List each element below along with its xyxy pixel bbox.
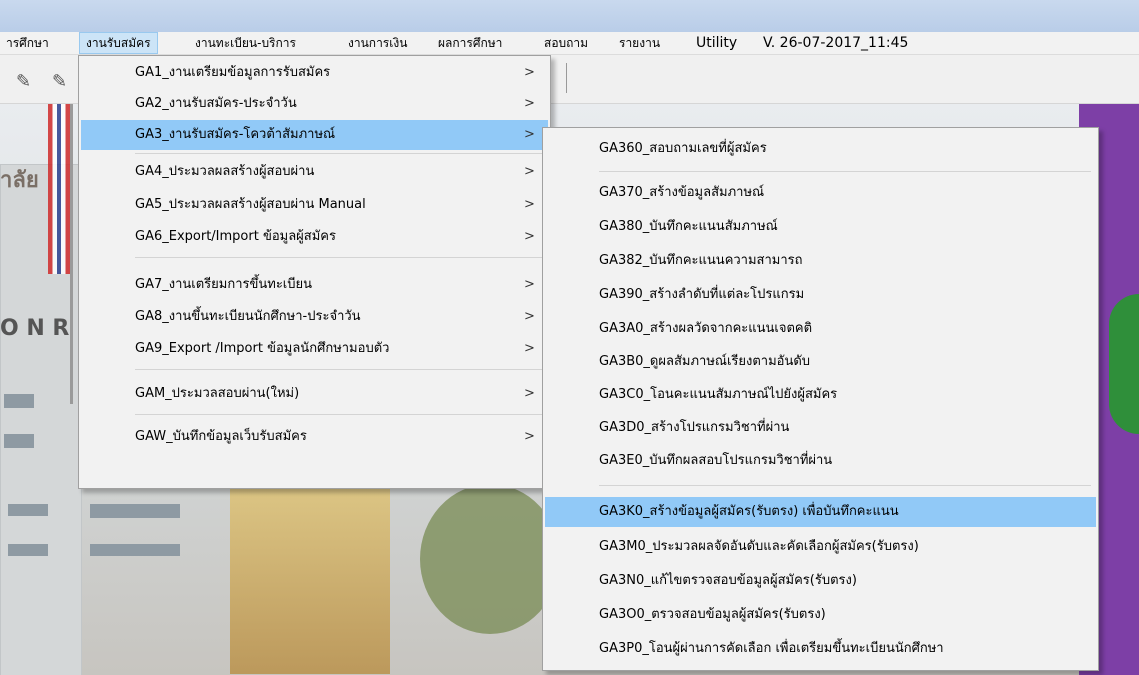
submenu-item-ga3k0[interactable]: GA3K0_สร้างข้อมูลผู้สมัคร(รับตรง) เพื่อบ… xyxy=(545,497,1096,527)
menu-item-ga2[interactable]: GA2_งานรับสมัคร-ประจำวัน > xyxy=(81,89,548,119)
submenu-item-label: GA3C0_โอนคะแนนสัมภาษณ์ไปยังผู้สมัคร xyxy=(599,387,838,402)
menu-item-gaw[interactable]: GAW_บันทึกข้อมูลเว็บรับสมัคร > xyxy=(81,422,548,452)
submenu-item-label: GA3A0_สร้างผลวัดจากคะแนนเจตคติ xyxy=(599,321,813,336)
menu-item-label: GA5_ประมวลผลสร้างผู้สอบผ่าน Manual xyxy=(135,197,366,212)
menu-item-gam[interactable]: GAM_ประมวลสอบผ่าน(ใหม่) > xyxy=(81,379,548,409)
background-sign-text: าลัย xyxy=(0,168,39,193)
ga3-submenu: GA360_สอบถามเลขที่ผู้สมัคร GA370_สร้างข้… xyxy=(542,127,1099,671)
shrine-image xyxy=(230,474,390,674)
chevron-right-icon: > xyxy=(524,96,535,111)
submenu-item-ga360[interactable]: GA360_สอบถามเลขที่ผู้สมัคร xyxy=(545,134,1096,164)
menu-item-label: GAM_ประมวลสอบผ่าน(ใหม่) xyxy=(135,386,300,401)
menu-registration-service[interactable]: งานทะเบียน-บริการ xyxy=(189,32,302,54)
submenu-item-ga3n0[interactable]: GA3N0_แก้ไขตรวจสอบข้อมูลผู้สมัคร(รับตรง) xyxy=(545,566,1096,596)
menu-item-ga3[interactable]: GA3_งานรับสมัคร-โควต้าสัมภาษณ์ > xyxy=(81,120,548,150)
menu-item-label: GA4_ประมวลผลสร้างผู้สอบผ่าน xyxy=(135,164,315,179)
new-pencil-icon[interactable]: ✎ xyxy=(16,71,31,92)
menu-item-ga5[interactable]: GA5_ประมวลผลสร้างผู้สอบผ่าน Manual > xyxy=(81,190,548,220)
submenu-item-ga3e0[interactable]: GA3E0_บันทึกผลสอบโปรแกรมวิชาที่ผ่าน xyxy=(545,446,1096,476)
menu-item-ga7[interactable]: GA7_งานเตรียมการขึ้นทะเบียน > xyxy=(81,270,548,300)
submenu-item-ga3c0[interactable]: GA3C0_โอนคะแนนสัมภาษณ์ไปยังผู้สมัคร xyxy=(545,380,1096,410)
menu-item-label: GA1_งานเตรียมข้อมูลการรับสมัคร xyxy=(135,65,331,80)
chevron-right-icon: > xyxy=(524,127,535,142)
menu-bar: ารศึกษา งานรับสมัคร งานทะเบียน-บริการ งา… xyxy=(0,32,1139,55)
chevron-right-icon: > xyxy=(524,386,535,401)
submenu-item-label: GA3P0_โอนผู้ผ่านการคัดเลือก เพื่อเตรียมข… xyxy=(599,641,944,656)
submenu-item-label: GA3E0_บันทึกผลสอบโปรแกรมวิชาที่ผ่าน xyxy=(599,453,833,468)
submenu-item-ga370[interactable]: GA370_สร้างข้อมูลสัมภาษณ์ xyxy=(545,178,1096,208)
submenu-item-label: GA380_บันทึกคะแนนสัมภาษณ์ xyxy=(599,219,778,234)
submenu-item-label: GA3M0_ประมวลผลจัดอันดับและคัดเลือกผู้สมั… xyxy=(599,539,919,554)
menu-item-ga1[interactable]: GA1_งานเตรียมข้อมูลการรับสมัคร > xyxy=(81,58,548,88)
submenu-item-label: GA3N0_แก้ไขตรวจสอบข้อมูลผู้สมัคร(รับตรง) xyxy=(599,573,857,588)
edit-pencil-icon[interactable]: ✎ xyxy=(52,71,67,92)
submenu-item-label: GA360_สอบถามเลขที่ผู้สมัคร xyxy=(599,141,767,156)
menu-item-ga4[interactable]: GA4_ประมวลผลสร้างผู้สอบผ่าน > xyxy=(81,157,548,187)
menu-item-ga6[interactable]: GA6_Export/Import ข้อมูลผู้สมัคร > xyxy=(81,222,548,252)
chevron-right-icon: > xyxy=(524,65,535,80)
window-title-bar xyxy=(0,0,1139,32)
submenu-item-label: GA3D0_สร้างโปรแกรมวิชาที่ผ่าน xyxy=(599,420,790,435)
menu-finance[interactable]: งานการเงิน xyxy=(342,32,413,54)
submenu-item-ga3b0[interactable]: GA3B0_ดูผลสัมภาษณ์เรียงตามอันดับ xyxy=(545,347,1096,377)
submenu-item-ga3m0[interactable]: GA3M0_ประมวลผลจัดอันดับและคัดเลือกผู้สมั… xyxy=(545,532,1096,562)
menu-item-label: GA7_งานเตรียมการขึ้นทะเบียน xyxy=(135,277,313,292)
chevron-right-icon: > xyxy=(524,429,535,444)
menu-item-label: GA8_งานขึ้นทะเบียนนักศึกษา-ประจำวัน xyxy=(135,309,361,324)
menu-item-ga9[interactable]: GA9_Export /Import ข้อมูลนักศึกษามอบตัว … xyxy=(81,334,548,364)
menu-item-label: GA3_งานรับสมัคร-โควต้าสัมภาษณ์ xyxy=(135,127,336,142)
menu-report[interactable]: รายงาน xyxy=(613,32,666,54)
flag-image xyxy=(48,104,70,274)
chevron-right-icon: > xyxy=(524,164,535,179)
submenu-item-ga3a0[interactable]: GA3A0_สร้างผลวัดจากคะแนนเจตคติ xyxy=(545,314,1096,344)
submenu-item-ga3p0[interactable]: GA3P0_โอนผู้ผ่านการคัดเลือก เพื่อเตรียมข… xyxy=(545,634,1096,664)
submenu-item-ga390[interactable]: GA390_สร้างลำดับที่แต่ละโปรแกรม xyxy=(545,280,1096,310)
background-sign-letters: O N R xyxy=(0,316,70,341)
submenu-item-label: GA390_สร้างลำดับที่แต่ละโปรแกรม xyxy=(599,287,805,302)
chevron-right-icon: > xyxy=(524,197,535,212)
menu-item-label: GAW_บันทึกข้อมูลเว็บรับสมัคร xyxy=(135,429,307,444)
menu-item-ga8[interactable]: GA8_งานขึ้นทะเบียนนักศึกษา-ประจำวัน > xyxy=(81,302,548,332)
menu-item-label: GA9_Export /Import ข้อมูลนักศึกษามอบตัว xyxy=(135,341,390,356)
green-emblem xyxy=(1109,294,1139,434)
chevron-right-icon: > xyxy=(524,229,535,244)
menu-utility[interactable]: Utility xyxy=(690,32,743,54)
admission-dropdown-menu: GA1_งานเตรียมข้อมูลการรับสมัคร > GA2_งาน… xyxy=(78,55,551,489)
menu-results[interactable]: ผลการศึกษา xyxy=(432,32,508,54)
submenu-item-label: GA3O0_ตรวจสอบข้อมูลผู้สมัคร(รับตรง) xyxy=(599,607,826,622)
submenu-item-ga3d0[interactable]: GA3D0_สร้างโปรแกรมวิชาที่ผ่าน xyxy=(545,413,1096,443)
submenu-item-label: GA382_บันทึกคะแนนความสามารถ xyxy=(599,253,803,268)
chevron-right-icon: > xyxy=(524,277,535,292)
submenu-item-label: GA3B0_ดูผลสัมภาษณ์เรียงตามอันดับ xyxy=(599,354,811,369)
version-label: V. 26-07-2017_11:45 xyxy=(763,35,909,51)
submenu-item-label: GA3K0_สร้างข้อมูลผู้สมัคร(รับตรง) เพื่อบ… xyxy=(599,504,899,519)
menu-item-label: GA2_งานรับสมัคร-ประจำวัน xyxy=(135,96,297,111)
menu-inquiry[interactable]: สอบถาม xyxy=(538,32,594,54)
menu-admission[interactable]: งานรับสมัคร xyxy=(79,32,158,54)
menu-academic[interactable]: ารศึกษา xyxy=(0,32,55,54)
toolbar-separator xyxy=(566,63,567,93)
submenu-item-ga3o0[interactable]: GA3O0_ตรวจสอบข้อมูลผู้สมัคร(รับตรง) xyxy=(545,600,1096,630)
chevron-right-icon: > xyxy=(524,341,535,356)
submenu-item-ga380[interactable]: GA380_บันทึกคะแนนสัมภาษณ์ xyxy=(545,212,1096,242)
submenu-item-ga382[interactable]: GA382_บันทึกคะแนนความสามารถ xyxy=(545,246,1096,276)
chevron-right-icon: > xyxy=(524,309,535,324)
menu-item-label: GA6_Export/Import ข้อมูลผู้สมัคร xyxy=(135,229,336,244)
submenu-item-label: GA370_สร้างข้อมูลสัมภาษณ์ xyxy=(599,185,765,200)
